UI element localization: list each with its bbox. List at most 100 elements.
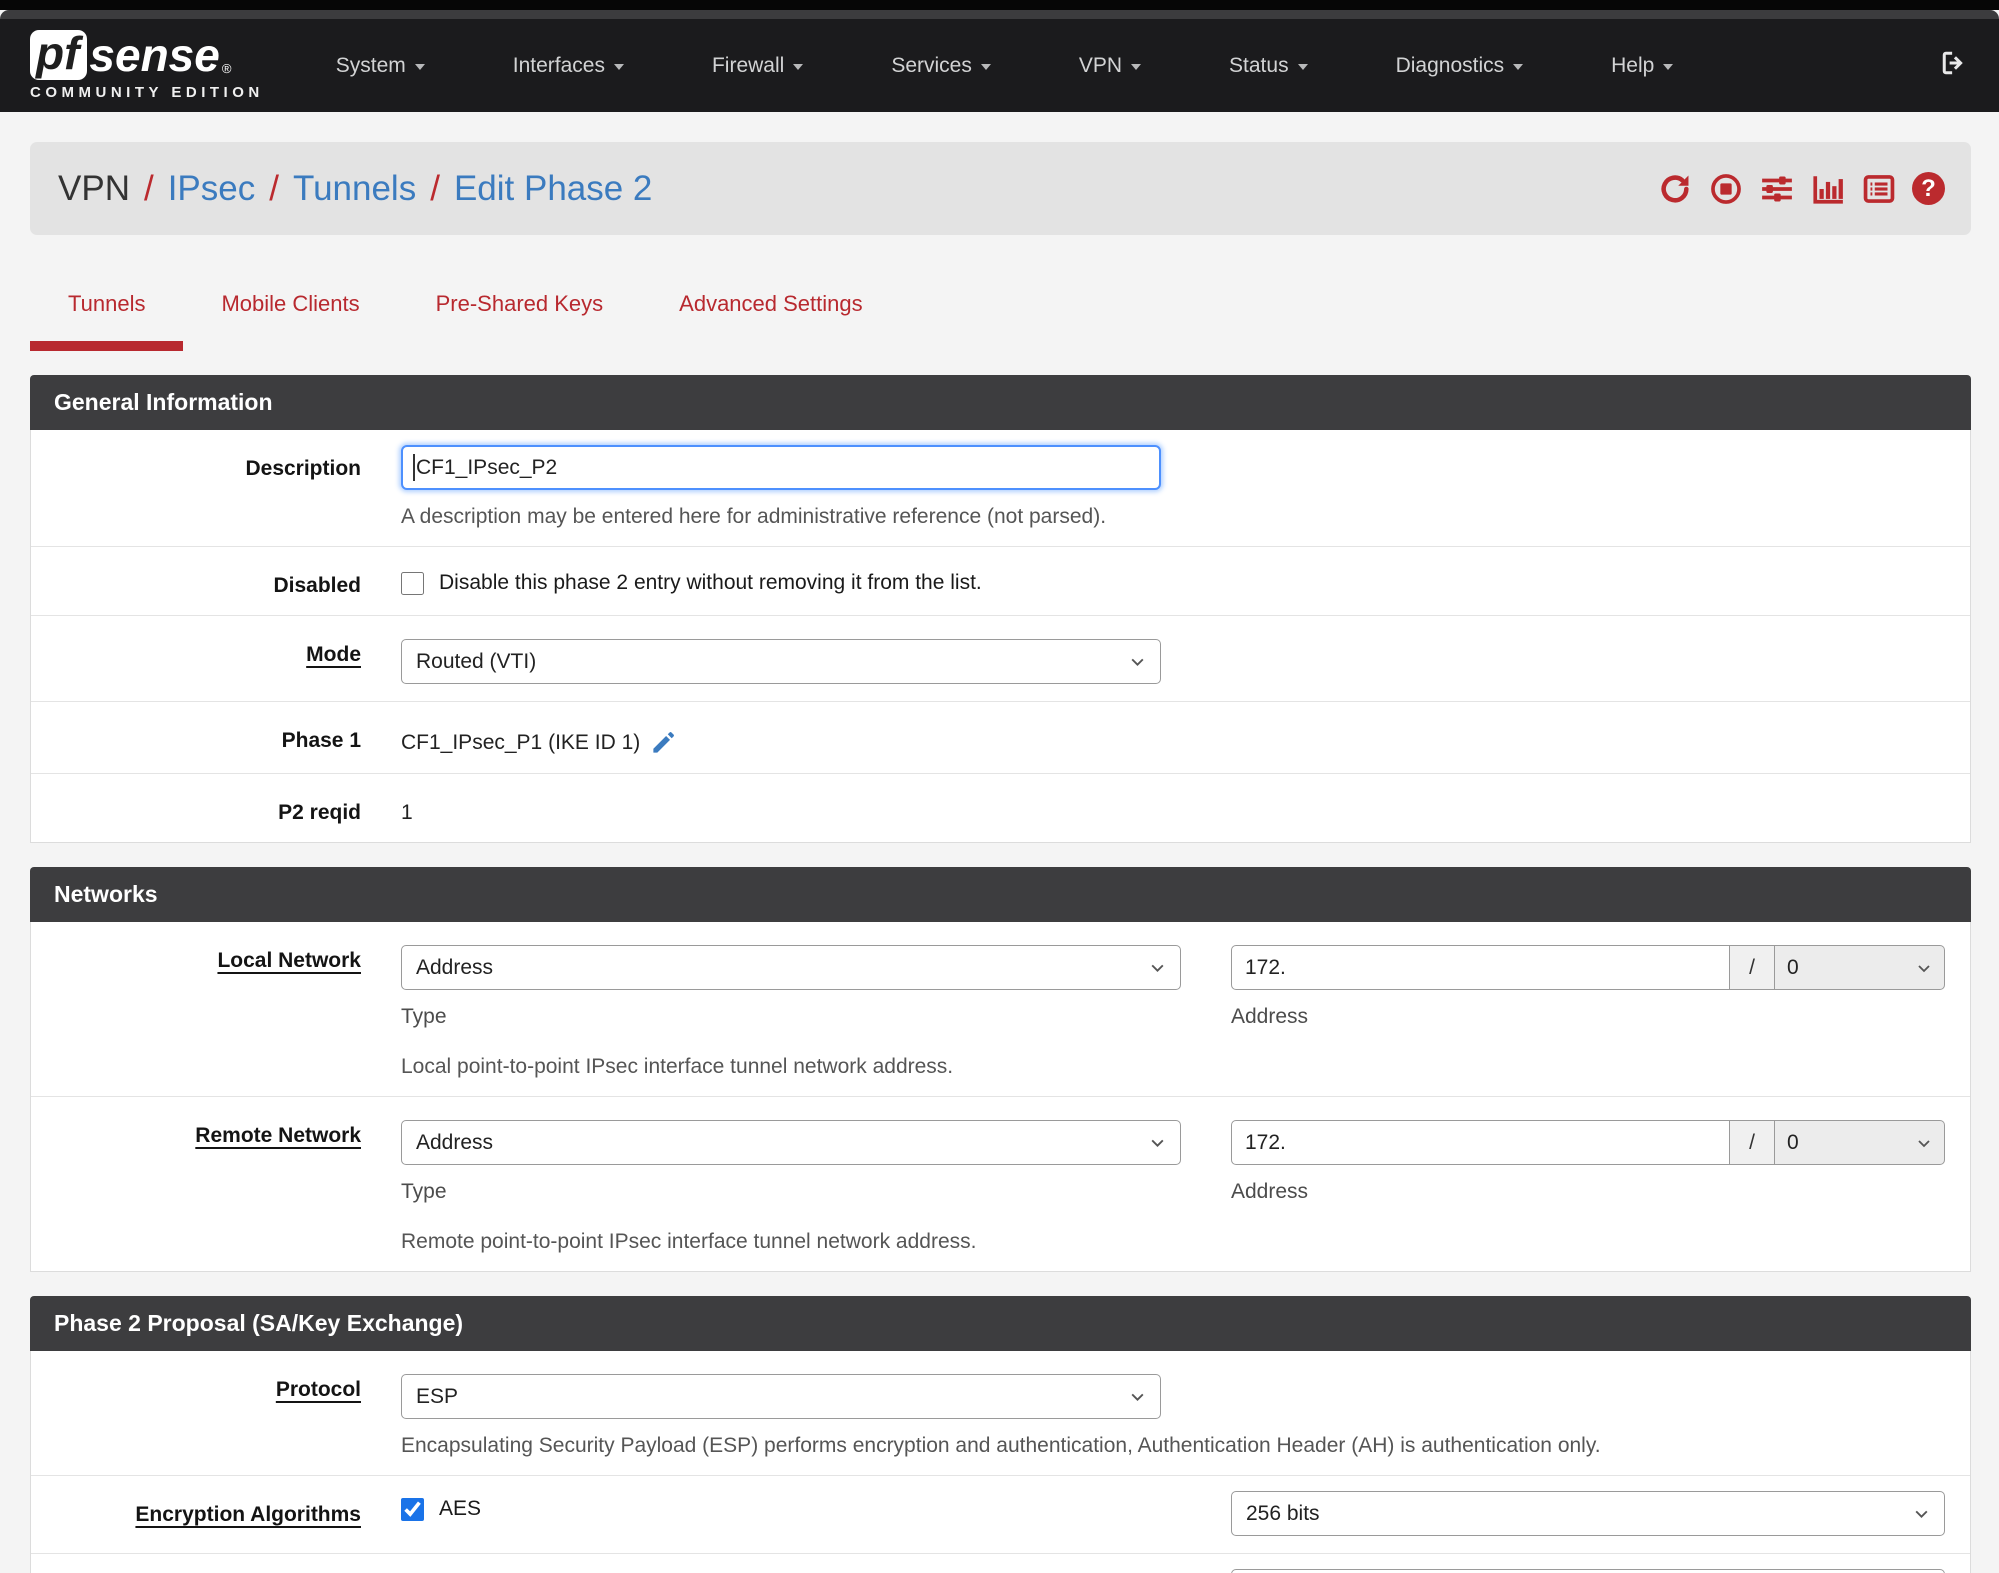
- row-encryption-aes128gcm: AES128-GCM Auto: [31, 1553, 1970, 1573]
- pfsense-logo[interactable]: pf sense ® COMMUNITY EDITION: [30, 30, 264, 101]
- chevron-down-icon: [1918, 964, 1930, 972]
- tab-advanced-settings[interactable]: Advanced Settings: [641, 279, 900, 351]
- protocol-label: Protocol: [275, 1378, 361, 1401]
- row-p2-reqid: P2 reqid 1: [31, 773, 1970, 842]
- protocol-select[interactable]: ESP: [401, 1374, 1161, 1419]
- chevron-down-icon: [1131, 658, 1144, 667]
- refresh-icon[interactable]: [1657, 171, 1693, 207]
- row-description: Description A description may be entered…: [31, 430, 1970, 546]
- slash-addon: /: [1730, 945, 1775, 990]
- mode-select[interactable]: Routed (VTI): [401, 639, 1161, 684]
- mode-label: Mode: [306, 643, 361, 666]
- local-network-type-caption: Type: [401, 1005, 447, 1028]
- local-network-type-select[interactable]: Address: [401, 945, 1181, 990]
- breadcrumb-link-tunnels[interactable]: Tunnels: [293, 169, 416, 209]
- help-icon[interactable]: ?: [1912, 172, 1945, 205]
- local-network-label: Local Network: [217, 949, 361, 972]
- breadcrumb-bar: VPN / IPsec / Tunnels / Edit Phase 2 ?: [30, 142, 1971, 235]
- section-phase2-proposal: Phase 2 Proposal (SA/Key Exchange) Proto…: [30, 1296, 1971, 1573]
- stop-circle-icon[interactable]: [1708, 171, 1744, 207]
- description-label: Description: [245, 457, 361, 480]
- local-network-address-input[interactable]: [1231, 945, 1730, 990]
- breadcrumb-vpn: VPN: [58, 168, 130, 208]
- p2-reqid-label: P2 reqid: [278, 801, 361, 824]
- row-phase1: Phase 1 CF1_IPsec_P1 (IKE ID 1): [31, 701, 1970, 773]
- row-disabled: Disabled Disable this phase 2 entry with…: [31, 546, 1970, 615]
- log-list-icon[interactable]: [1861, 171, 1897, 207]
- breadcrumb-separator: /: [430, 168, 440, 208]
- nav-item-vpn[interactable]: VPN: [1079, 54, 1142, 78]
- logo-sense-text: sense: [89, 29, 220, 81]
- phase1-label: Phase 1: [281, 729, 361, 752]
- breadcrumb: VPN / IPsec / Tunnels / Edit Phase 2: [58, 169, 652, 209]
- disabled-label: Disabled: [273, 574, 361, 597]
- remote-network-address-input[interactable]: [1231, 1120, 1730, 1165]
- sign-out-icon[interactable]: [1939, 48, 1969, 83]
- breadcrumb-link-edit-phase-2[interactable]: Edit Phase 2: [454, 169, 652, 209]
- row-mode: Mode Routed (VTI): [31, 615, 1970, 701]
- section-networks: Networks Local Network Address Type Loca…: [30, 867, 1971, 1272]
- row-local-network: Local Network Address Type Local point-t…: [31, 922, 1970, 1096]
- p2-reqid-value: 1: [401, 801, 413, 824]
- aes-checkbox[interactable]: [401, 1497, 424, 1521]
- chevron-down-icon: [1151, 964, 1164, 973]
- nav-item-services[interactable]: Services: [891, 54, 991, 78]
- tab-tunnels[interactable]: Tunnels: [30, 279, 184, 351]
- remote-network-prefix-select[interactable]: 0: [1775, 1120, 1945, 1165]
- section-title: General Information: [30, 375, 1971, 430]
- phase1-value: CF1_IPsec_P1 (IKE ID 1): [401, 730, 641, 754]
- nav-item-status[interactable]: Status: [1229, 54, 1308, 78]
- nav-menu: System Interfaces Firewall Services VPN …: [336, 54, 1674, 78]
- nav-item-interfaces[interactable]: Interfaces: [513, 54, 624, 78]
- chevron-down-icon: [793, 64, 804, 70]
- remote-network-label: Remote Network: [195, 1124, 361, 1147]
- section-general-information: General Information Description A descri…: [30, 375, 1971, 843]
- local-network-address-caption: Address: [1231, 1005, 1309, 1028]
- chevron-down-icon: [1918, 1139, 1930, 1147]
- tab-pre-shared-keys[interactable]: Pre-Shared Keys: [398, 279, 642, 351]
- logo-tagline: COMMUNITY EDITION: [30, 84, 264, 101]
- chevron-down-icon: [1513, 64, 1524, 70]
- breadcrumb-action-icons: ?: [1657, 171, 1945, 207]
- bar-chart-icon[interactable]: [1810, 171, 1846, 207]
- aes128gcm-keylen-select[interactable]: Auto: [1231, 1569, 1945, 1573]
- remote-network-type-caption: Type: [401, 1180, 447, 1203]
- breadcrumb-separator: /: [269, 168, 279, 208]
- pencil-icon[interactable]: [650, 729, 677, 756]
- slash-addon: /: [1730, 1120, 1775, 1165]
- sliders-icon[interactable]: [1759, 171, 1795, 207]
- window-edge: [0, 10, 1999, 19]
- nav-item-system[interactable]: System: [336, 54, 425, 78]
- disabled-checkbox-label: Disable this phase 2 entry without remov…: [439, 571, 982, 594]
- window-top-strip: [0, 0, 1999, 10]
- section-title: Phase 2 Proposal (SA/Key Exchange): [30, 1296, 1971, 1351]
- chevron-down-icon: [1297, 64, 1308, 70]
- breadcrumb-link-ipsec[interactable]: IPsec: [168, 169, 256, 209]
- tab-mobile-clients[interactable]: Mobile Clients: [183, 279, 397, 351]
- text-cursor: [413, 454, 415, 481]
- row-remote-network: Remote Network Address Type Remote point…: [31, 1096, 1970, 1271]
- description-help: A description may be entered here for ad…: [401, 505, 1107, 528]
- chevron-down-icon: [1131, 1393, 1144, 1402]
- chevron-down-icon: [414, 64, 425, 70]
- chevron-down-icon: [1131, 64, 1142, 70]
- remote-network-address-caption: Address: [1231, 1180, 1309, 1203]
- description-input[interactable]: [401, 445, 1161, 490]
- nav-item-diagnostics[interactable]: Diagnostics: [1396, 54, 1524, 78]
- nav-item-help[interactable]: Help: [1611, 54, 1674, 78]
- aes-keylen-select[interactable]: 256 bits: [1231, 1491, 1945, 1536]
- chevron-down-icon: [1151, 1139, 1164, 1148]
- navbar: pf sense ® COMMUNITY EDITION System Inte…: [0, 19, 1999, 112]
- nav-item-firewall[interactable]: Firewall: [712, 54, 804, 78]
- aes-checkbox-label: AES: [439, 1497, 482, 1520]
- section-title: Networks: [30, 867, 1971, 922]
- protocol-help: Encapsulating Security Payload (ESP) per…: [401, 1434, 1601, 1457]
- row-protocol: Protocol ESP Encapsulating Security Payl…: [31, 1351, 1970, 1475]
- remote-network-help: Remote point-to-point IPsec interface tu…: [401, 1230, 977, 1253]
- tab-bar: Tunnels Mobile Clients Pre-Shared Keys A…: [30, 279, 1971, 351]
- local-network-prefix-select[interactable]: 0: [1775, 945, 1945, 990]
- local-network-help: Local point-to-point IPsec interface tun…: [401, 1055, 954, 1078]
- row-encryption-aes: Encryption Algorithms AES 256 bits: [31, 1475, 1970, 1553]
- remote-network-type-select[interactable]: Address: [401, 1120, 1181, 1165]
- disabled-checkbox[interactable]: [401, 571, 424, 595]
